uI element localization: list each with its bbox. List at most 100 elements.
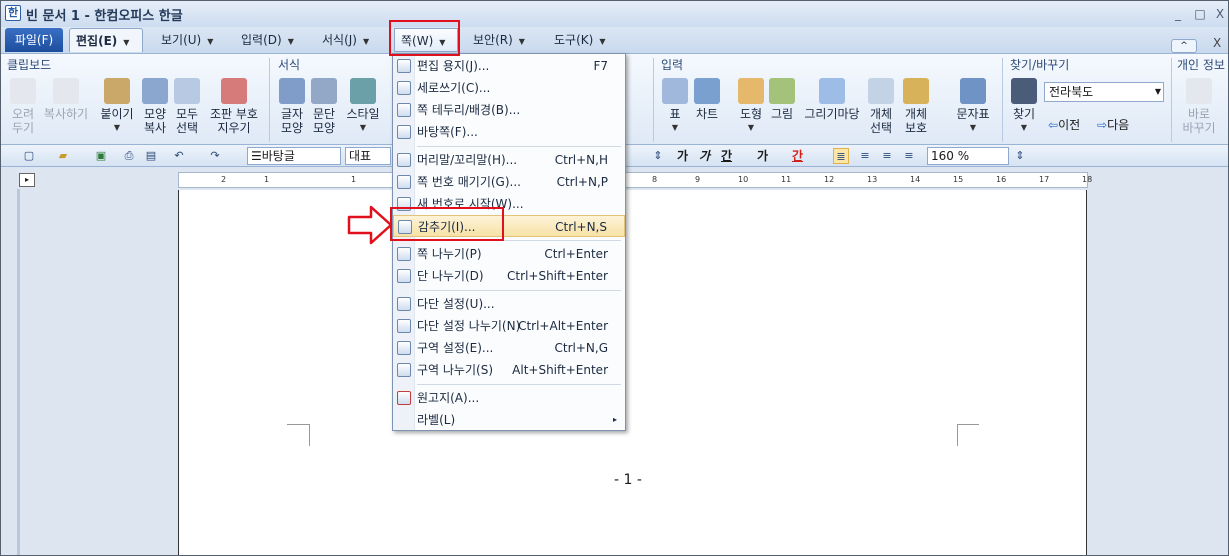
chart-button[interactable]: 차트	[693, 78, 721, 121]
menu-item-section-setup[interactable]: 구역 설정(E)... Ctrl+N,G	[393, 337, 625, 359]
menu-item-page-numbering[interactable]: 쪽 번호 매기기(G)... Ctrl+N,P	[393, 171, 625, 193]
shape-icon	[738, 78, 764, 104]
menu-item-page-break[interactable]: 쪽 나누기(P) Ctrl+Enter	[393, 243, 625, 265]
menu-item-master-page[interactable]: 바탕쪽(F)...	[393, 121, 625, 143]
maximize-button[interactable]: □	[1191, 6, 1209, 22]
open-folder-icon[interactable]: ▰	[55, 148, 71, 164]
align-center-icon[interactable]: ≡	[879, 148, 895, 164]
object-select-button[interactable]: 개체 선택	[867, 78, 895, 135]
tab-edit[interactable]: 편집(E) ▼	[69, 28, 143, 52]
section-icon	[397, 341, 411, 355]
chevron-down-icon[interactable]: ▼	[123, 38, 129, 47]
table-button[interactable]: 표 ▼	[661, 78, 689, 135]
highlight-button[interactable]: 간	[792, 148, 803, 164]
char-shape-button[interactable]: 글자 모양	[278, 78, 306, 135]
select-all-button[interactable]: 모두 선택	[173, 78, 201, 135]
annotation-arrow-icon	[347, 205, 393, 245]
group-title-insert: 입력	[661, 58, 684, 72]
align-right-icon[interactable]: ≡	[901, 148, 917, 164]
menu-item-header-footer[interactable]: 머리말/꼬리말(H)... Ctrl+N,H	[393, 149, 625, 171]
redo-icon[interactable]: ↷	[207, 148, 223, 164]
object-select-icon	[868, 78, 894, 104]
underline-button[interactable]: 간	[721, 148, 732, 164]
menu-bar: 파일(F) 편집(E) ▼ 보기(U) ▼ 입력(D) ▼ 서식(J) ▼ 쪽(W) ▼ …	[1, 27, 1228, 53]
chevron-down-icon[interactable]: ▼	[519, 37, 525, 46]
chevron-down-icon[interactable]: ▼	[207, 37, 213, 46]
font-color-button[interactable]: 가	[757, 148, 768, 164]
menu-item-multi-column[interactable]: 다단 설정(U)...	[393, 293, 625, 315]
privacy-replace-button[interactable]: 바로 바꾸기	[1179, 78, 1219, 135]
find-prev-button[interactable]: ⇦이전	[1048, 116, 1080, 133]
menu-item-manuscript[interactable]: 원고지(A)...	[393, 387, 625, 409]
undo-icon[interactable]: ↶	[171, 148, 187, 164]
tab-view[interactable]: 보기(U) ▼	[155, 28, 219, 52]
style-button[interactable]: 스타일 ▼	[343, 78, 383, 135]
menu-item-column-break[interactable]: 단 나누기(D) Ctrl+Shift+Enter	[393, 265, 625, 287]
master-page-icon	[397, 125, 411, 139]
align-justify-icon[interactable]: ≣	[833, 148, 849, 164]
binoculars-icon	[1011, 78, 1037, 104]
find-region-select[interactable]: 전라북도 ▼	[1044, 82, 1164, 102]
drawing-gallery-button[interactable]: 그리기마당	[801, 78, 863, 121]
document-page[interactable]: - 1 -	[178, 190, 1087, 555]
ruler-corner-button[interactable]: ▸	[19, 173, 35, 187]
horizontal-ruler[interactable]: 2 1 1 2 3 4 5 6 7 8 9 10 11 12 13 14 15 …	[178, 172, 1092, 188]
chevron-down-icon[interactable]: ▼	[599, 37, 605, 46]
spin-icon[interactable]: ⇕	[1012, 148, 1028, 164]
spin-icon[interactable]: ⇕	[650, 148, 666, 164]
para-shape-button[interactable]: 문단 모양	[310, 78, 338, 135]
copy-button[interactable]: 복사하기	[41, 78, 91, 121]
submenu-arrow-icon: ▸	[612, 415, 617, 424]
new-doc-icon[interactable]: ▢	[21, 148, 37, 164]
paste-button[interactable]: 붙이기 ▼	[99, 78, 135, 135]
close-button[interactable]: X	[1211, 6, 1228, 22]
shape-button[interactable]: 도형 ▼	[737, 78, 765, 135]
format-copy-button[interactable]: 모양 복사	[141, 78, 169, 135]
page-setup-icon	[397, 59, 411, 73]
menu-item-label[interactable]: 라벨(L) ▸	[393, 409, 625, 431]
tab-tools[interactable]: 도구(K) ▼	[548, 28, 611, 52]
align-left-icon[interactable]: ≡	[857, 148, 873, 164]
minimize-button[interactable]: _	[1169, 6, 1187, 22]
bold-button[interactable]: 가	[677, 148, 688, 164]
menu-item-multi-column-break[interactable]: 다단 설정 나누기(N) Ctrl+Alt+Enter	[393, 315, 625, 337]
app-window: 한 빈 문서 1 - 한컴오피스 한글 _ □ X 파일(F) 편집(E) ▼ 보…	[0, 0, 1229, 556]
page-border-icon	[397, 103, 411, 117]
window-title: 빈 문서 1 - 한컴오피스 한글	[26, 9, 183, 24]
tab-security[interactable]: 보안(R) ▼	[467, 28, 531, 52]
chevron-down-icon[interactable]: ▼	[1155, 83, 1161, 101]
preview-icon[interactable]: ▤	[143, 148, 159, 164]
tab-file[interactable]: 파일(F)	[5, 28, 63, 52]
style-select[interactable]: ☰바탕글	[247, 147, 341, 165]
copy-icon	[53, 78, 79, 104]
menu-item-page-border[interactable]: 쪽 테두리/배경(B)...	[393, 99, 625, 121]
object-protect-button[interactable]: 개체 보호	[899, 78, 933, 135]
find-button[interactable]: 찾기 ▼	[1010, 78, 1038, 135]
print-icon[interactable]: ⎙	[121, 148, 137, 164]
charmap-button[interactable]: 문자표 ▼	[953, 78, 993, 135]
arrow-left-icon: ⇦	[1048, 118, 1059, 132]
eraser-icon	[221, 78, 247, 104]
cut-button[interactable]: 오려 두기	[7, 78, 39, 135]
tab-insert[interactable]: 입력(D) ▼	[235, 28, 300, 52]
line-spacing-input[interactable]: 160 %	[927, 147, 1009, 165]
para-shape-icon	[311, 78, 337, 104]
font-select[interactable]: 대표	[345, 147, 391, 165]
manuscript-icon	[397, 391, 411, 405]
save-icon[interactable]: ▣	[93, 148, 109, 164]
group-title-find: 찾기/바꾸기	[1010, 58, 1070, 72]
ribbon-collapse-button[interactable]: ^	[1171, 39, 1197, 53]
tab-format[interactable]: 서식(J) ▼	[316, 28, 375, 52]
ribbon-close-icon[interactable]: X	[1213, 36, 1221, 50]
header-footer-icon	[397, 153, 411, 167]
chevron-down-icon[interactable]: ▼	[363, 37, 369, 46]
menu-item-vertical-writing[interactable]: 세로쓰기(C)...	[393, 77, 625, 99]
chevron-down-icon[interactable]: ▼	[288, 37, 294, 46]
clear-codes-button[interactable]: 조판 부호 지우기	[205, 78, 263, 135]
find-next-button[interactable]: ⇨다음	[1097, 116, 1129, 133]
menu-item-section-break[interactable]: 구역 나누기(S) Alt+Shift+Enter	[393, 359, 625, 381]
italic-button[interactable]: 가	[699, 148, 710, 164]
picture-button[interactable]: 그림	[768, 78, 796, 121]
privacy-icon	[1186, 78, 1212, 104]
menu-item-page-setup[interactable]: 편집 용지(J)... F7	[393, 55, 625, 77]
